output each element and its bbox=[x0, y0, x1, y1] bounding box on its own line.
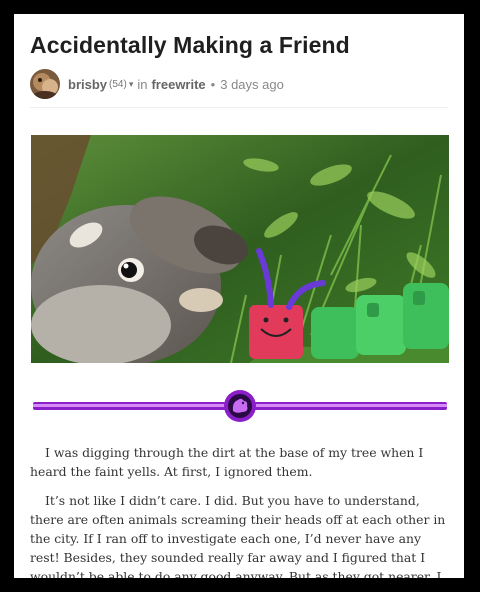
post-timestamp[interactable]: 3 days ago bbox=[220, 77, 284, 92]
avatar[interactable] bbox=[30, 69, 60, 99]
squirrel-emblem-icon bbox=[33, 390, 447, 422]
reputation-badge: (54) bbox=[109, 78, 127, 90]
meta-separator: • bbox=[210, 76, 216, 92]
decorative-divider bbox=[31, 388, 449, 424]
community-link[interactable]: freewrite bbox=[151, 77, 205, 92]
chevron-down-icon[interactable]: ▾ bbox=[129, 79, 134, 90]
post-image bbox=[31, 135, 449, 363]
post-title: Accidentally Making a Friend bbox=[30, 32, 350, 58]
header-divider bbox=[30, 107, 448, 108]
photo-squirrel-caterpillar-icon bbox=[31, 135, 449, 363]
post-body: I was digging through the dirt at the ba… bbox=[30, 443, 448, 578]
body-paragraph-2: It’s not like I didn’t care. I did. But … bbox=[30, 493, 446, 578]
post-frame: Accidentally Making a Friend brisby (54)… bbox=[14, 14, 464, 578]
post-meta: brisby (54) ▾ in freewrite • 3 days ago bbox=[30, 68, 450, 100]
in-label: in bbox=[137, 76, 148, 92]
avatar-image bbox=[30, 69, 60, 99]
author-link[interactable]: brisby bbox=[68, 77, 107, 92]
body-paragraph-1: I was digging through the dirt at the ba… bbox=[30, 445, 424, 479]
